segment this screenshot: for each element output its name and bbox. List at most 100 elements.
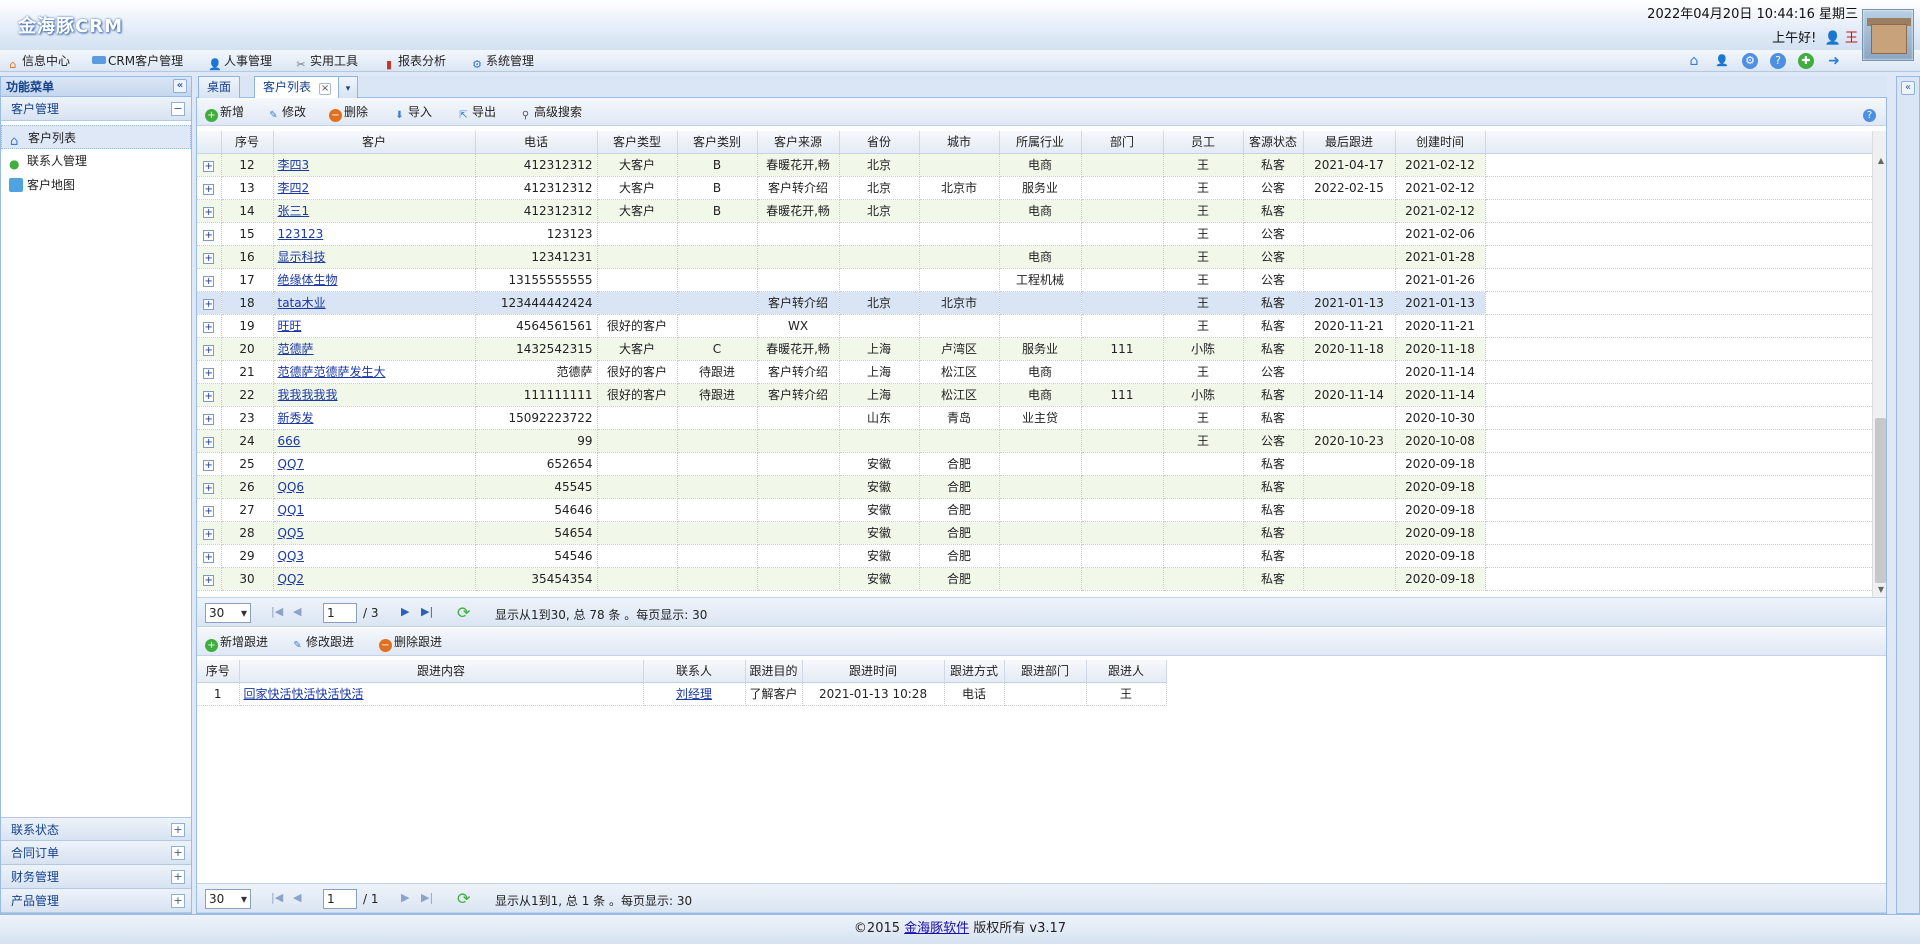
scroll-up-icon[interactable]: ▲ xyxy=(1873,154,1886,168)
table-row[interactable]: +17 绝缘体生物 13155555555 工程机械 王公客 2021-01-26 xyxy=(197,268,1886,292)
accordion-products[interactable]: 产品管理 + xyxy=(1,889,191,913)
next-page-icon[interactable]: ▶ xyxy=(401,891,409,904)
prev-page-icon[interactable]: ◀ xyxy=(293,605,301,618)
nav-reports[interactable]: ▮ 报表分析 xyxy=(382,52,446,71)
expand-row-icon[interactable]: + xyxy=(203,206,215,218)
nav-tools[interactable]: ✂ 实用工具 xyxy=(294,52,358,71)
expand-row-icon[interactable]: + xyxy=(203,413,215,425)
refresh-icon[interactable]: ⟳ xyxy=(457,603,470,622)
table-row[interactable]: +12 李四3 412312312 大客户 B 春暖花开,畅 北京 电商 王私客 2021-04-… xyxy=(197,153,1886,177)
company-link[interactable]: 金海豚软件 xyxy=(904,921,969,936)
delete-follow-button[interactable]: − 删除跟进 xyxy=(379,633,442,652)
customer-link[interactable]: 显示科技 xyxy=(278,250,326,264)
column-header[interactable]: 序号 xyxy=(221,131,274,154)
expand-row-icon[interactable]: + xyxy=(203,229,215,241)
expand-row-icon[interactable]: + xyxy=(203,298,215,310)
column-header[interactable]: 客户类别 xyxy=(677,131,758,154)
column-header[interactable]: 部门 xyxy=(1081,131,1164,154)
expand-row-icon[interactable]: + xyxy=(203,551,215,563)
column-header[interactable]: 所属行业 xyxy=(999,131,1082,154)
table-row[interactable]: +25 QQ7 652654 安徽 合肥 私客 2020-09-18 xyxy=(197,452,1886,476)
help-icon[interactable]: ? xyxy=(1770,53,1786,69)
sidebar-item-customer-map[interactable]: 客户地图 xyxy=(1,173,191,197)
tab-dropdown[interactable]: ▾ xyxy=(338,76,358,98)
table-row[interactable]: +26 QQ6 45545 安徽 合肥 私客 2020-09-18 xyxy=(197,475,1886,499)
nav-system[interactable]: ⚙ 系统管理 xyxy=(470,52,534,71)
customer-link[interactable]: QQ3 xyxy=(278,549,305,563)
refresh-icon[interactable]: ⟳ xyxy=(457,889,470,908)
scroll-thumb[interactable] xyxy=(1875,418,1886,583)
column-header[interactable]: 城市 xyxy=(919,131,1000,154)
column-header[interactable]: 联系人 xyxy=(643,660,746,683)
first-page-icon[interactable]: |◀ xyxy=(271,605,283,618)
edit-button[interactable]: ✎ 修改 xyxy=(267,103,306,121)
nav-info-center[interactable]: ⌂ 信息中心 xyxy=(6,52,71,71)
plus-icon[interactable]: + xyxy=(171,894,185,908)
home-shortcut-icon[interactable]: ⌂ xyxy=(1686,53,1702,69)
customer-link[interactable]: 我我我我我 xyxy=(278,388,338,402)
customer-link[interactable]: 666 xyxy=(278,434,301,448)
expand-row-icon[interactable]: + xyxy=(203,275,215,287)
page-size-select[interactable]: 30 xyxy=(205,889,251,909)
customer-link[interactable]: QQ7 xyxy=(278,457,305,471)
customer-link[interactable]: QQ6 xyxy=(278,480,305,494)
edit-follow-button[interactable]: ✎ 修改跟进 xyxy=(291,633,354,651)
user-shortcut-icon[interactable]: 👤 xyxy=(1714,53,1730,69)
customer-link[interactable]: QQ2 xyxy=(278,572,305,586)
last-page-icon[interactable]: ▶| xyxy=(421,605,433,618)
expand-row-icon[interactable]: + xyxy=(203,160,215,172)
first-page-icon[interactable]: |◀ xyxy=(271,891,283,904)
table-row[interactable]: +16 显示科技 12341231 电商 王公客 2021-01-28 xyxy=(197,245,1886,269)
accordion-customer-mgmt[interactable]: 客户管理 − xyxy=(1,97,191,121)
page-number-input[interactable]: 1 xyxy=(323,603,357,623)
tab-desktop[interactable]: 桌面 xyxy=(198,76,241,98)
page-number-input[interactable]: 1 xyxy=(323,889,357,909)
next-page-icon[interactable]: ▶ xyxy=(401,605,409,618)
sidebar-item-customer-list[interactable]: ⌂ 客户列表 xyxy=(1,125,191,149)
expand-row-icon[interactable]: + xyxy=(203,252,215,264)
customer-link[interactable]: 李四2 xyxy=(278,181,310,195)
add-follow-button[interactable]: + 新增跟进 xyxy=(205,633,268,652)
table-row[interactable]: +13 李四2 412312312 大客户 B 客户转介绍 北京 北京市 服务业 王公客 2022-… xyxy=(197,176,1886,200)
nav-crm[interactable]: CRM客户管理 xyxy=(92,52,183,70)
customer-link[interactable]: 旺旺 xyxy=(278,319,302,333)
expand-row-icon[interactable]: + xyxy=(203,436,215,448)
advanced-search-button[interactable]: ⚲ 高级搜索 xyxy=(519,103,582,121)
accordion-contact-status[interactable]: 联系状态 + xyxy=(1,817,191,841)
column-header[interactable]: 客源状态 xyxy=(1243,131,1304,154)
column-header[interactable]: 客户 xyxy=(273,131,476,154)
expand-row-icon[interactable]: + xyxy=(203,574,215,586)
settings-shortcut-icon[interactable]: ⚙ xyxy=(1742,53,1758,69)
column-header[interactable]: 序号 xyxy=(197,660,240,683)
scroll-down-icon[interactable]: ▼ xyxy=(1873,583,1886,597)
plus-icon[interactable]: + xyxy=(171,846,185,860)
table-row[interactable]: +15 123123 123123 王公客 2021-02-06 xyxy=(197,222,1886,246)
expand-row-icon[interactable]: + xyxy=(203,482,215,494)
contact-link[interactable]: 刘经理 xyxy=(676,687,712,701)
follow-content-link[interactable]: 回家快活快活快活快活 xyxy=(244,687,364,701)
table-row[interactable]: 1 回家快活快活快活快活 刘经理 了解客户 2021-01-13 10:28 电话 王 xyxy=(197,682,1167,706)
customer-link[interactable]: 范德萨 xyxy=(278,342,314,356)
expand-row-icon[interactable]: + xyxy=(203,367,215,379)
table-row[interactable]: +22 我我我我我 111111111 很好的客户 待跟进 客户转介绍 上海 松江区 电商 111… xyxy=(197,383,1886,407)
add-button[interactable]: + 新增 xyxy=(205,103,244,122)
table-row[interactable]: +18 tata木业 123444442424 客户转介绍 北京 北京市王私客 2021-0… xyxy=(197,291,1886,315)
customer-link[interactable]: 范德萨范德萨发生大 xyxy=(278,365,386,379)
column-header[interactable]: 跟进目的 xyxy=(745,660,803,683)
column-header[interactable]: 创建时间 xyxy=(1395,131,1486,154)
expand-row-icon[interactable]: + xyxy=(203,344,215,356)
customer-link[interactable]: tata木业 xyxy=(278,296,326,310)
expand-row-icon[interactable]: + xyxy=(203,321,215,333)
customer-link[interactable]: 张三1 xyxy=(278,204,310,218)
column-header[interactable]: 跟进人 xyxy=(1086,660,1167,683)
expand-row-icon[interactable]: + xyxy=(203,528,215,540)
sidebar-item-contacts[interactable]: ● 联系人管理 xyxy=(1,149,191,173)
column-header[interactable]: 客户来源 xyxy=(757,131,840,154)
help-button[interactable]: ? xyxy=(1863,103,1878,122)
expand-row-icon[interactable]: + xyxy=(203,390,215,402)
collapse-left-icon[interactable]: « xyxy=(173,79,187,93)
table-row[interactable]: +19 旺旺 4564561561 很好的客户 WX 王私客 2020-11-21 2020-… xyxy=(197,314,1886,338)
customer-link[interactable]: 123123 xyxy=(278,227,324,241)
nav-hr[interactable]: 👤 人事管理 xyxy=(208,52,272,71)
import-button[interactable]: ⬇ 导入 xyxy=(393,103,432,121)
